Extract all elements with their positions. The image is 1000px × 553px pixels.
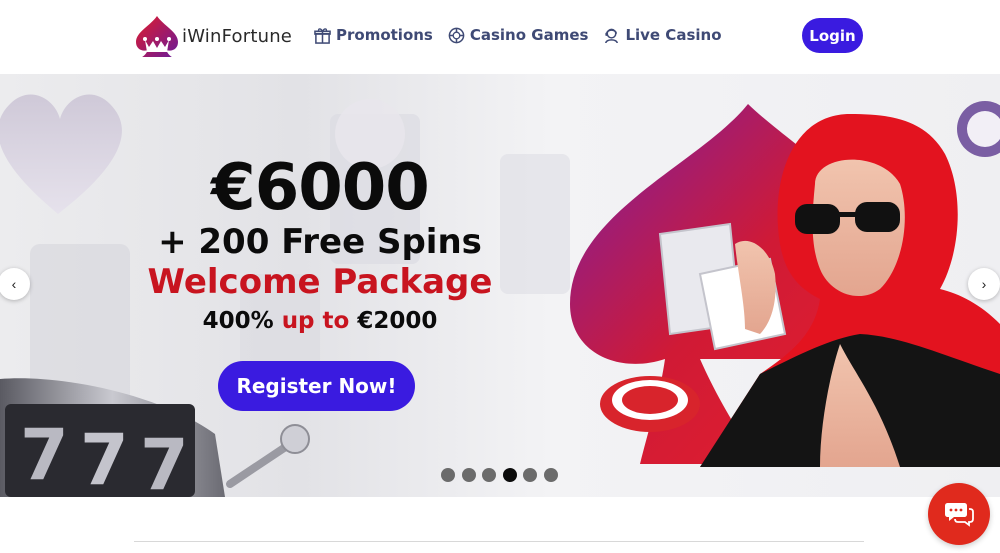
slot-seven-2: 7 bbox=[80, 419, 129, 497]
site-header: iWinFortune Promotions Casino Games Live… bbox=[0, 0, 1000, 74]
chat-bubbles-icon bbox=[945, 503, 974, 527]
register-now-button[interactable]: Register Now! bbox=[218, 361, 415, 411]
promo-text-block: €6000 + 200 Free Spins Welcome Package 4… bbox=[130, 152, 510, 338]
login-button[interactable]: Login bbox=[802, 18, 863, 53]
dealer-icon bbox=[605, 28, 619, 43]
site-logo[interactable]: iWinFortune bbox=[134, 14, 292, 58]
promo-welcome-package: Welcome Package bbox=[147, 262, 493, 302]
hero-banner: 7 7 7 €6000 + 200 Free Spins Welcome Pac… bbox=[0, 74, 1000, 497]
carousel-dot[interactable] bbox=[461, 468, 476, 482]
carousel-dots bbox=[441, 468, 564, 482]
bonus-percent: 400% bbox=[202, 308, 274, 334]
nav-casino-games[interactable]: Casino Games bbox=[448, 26, 589, 44]
carousel-dot[interactable] bbox=[482, 468, 496, 482]
promo-free-spins: + 200 Free Spins bbox=[158, 222, 482, 262]
section-divider bbox=[134, 541, 864, 542]
carousel-dot[interactable] bbox=[502, 468, 517, 482]
slot-seven-1: 7 bbox=[20, 414, 69, 496]
nav-casino-games-label: Casino Games bbox=[469, 26, 589, 44]
carousel-dot[interactable] bbox=[543, 468, 558, 482]
logo-text: iWinFortune bbox=[182, 25, 293, 47]
carousel-dot[interactable] bbox=[523, 468, 537, 482]
bonus-up-to: up to bbox=[281, 308, 350, 334]
nav-promotions[interactable]: Promotions bbox=[314, 26, 433, 44]
chat-button[interactable] bbox=[928, 483, 990, 545]
chevron-left-icon: ‹ bbox=[11, 276, 17, 292]
promo-amount: €6000 bbox=[211, 151, 430, 225]
nav-live-casino[interactable]: Live Casino bbox=[603, 26, 722, 44]
slot-seven-3: 7 bbox=[140, 424, 189, 497]
casino-chip-icon bbox=[448, 27, 465, 43]
promo-bonus-line: 400% up to €2000 bbox=[130, 304, 510, 338]
main-nav: Promotions Casino Games Live Casino bbox=[314, 26, 737, 44]
chevron-right-icon: › bbox=[981, 276, 987, 292]
carousel-next-button[interactable]: › bbox=[968, 268, 1000, 300]
gift-icon bbox=[314, 27, 331, 44]
carousel-dot[interactable] bbox=[441, 468, 455, 482]
nav-promotions-label: Promotions bbox=[336, 26, 433, 44]
bonus-amount: €2000 bbox=[357, 308, 438, 334]
nav-live-casino-label: Live Casino bbox=[625, 26, 722, 44]
spade-crown-logo-icon bbox=[136, 16, 178, 57]
